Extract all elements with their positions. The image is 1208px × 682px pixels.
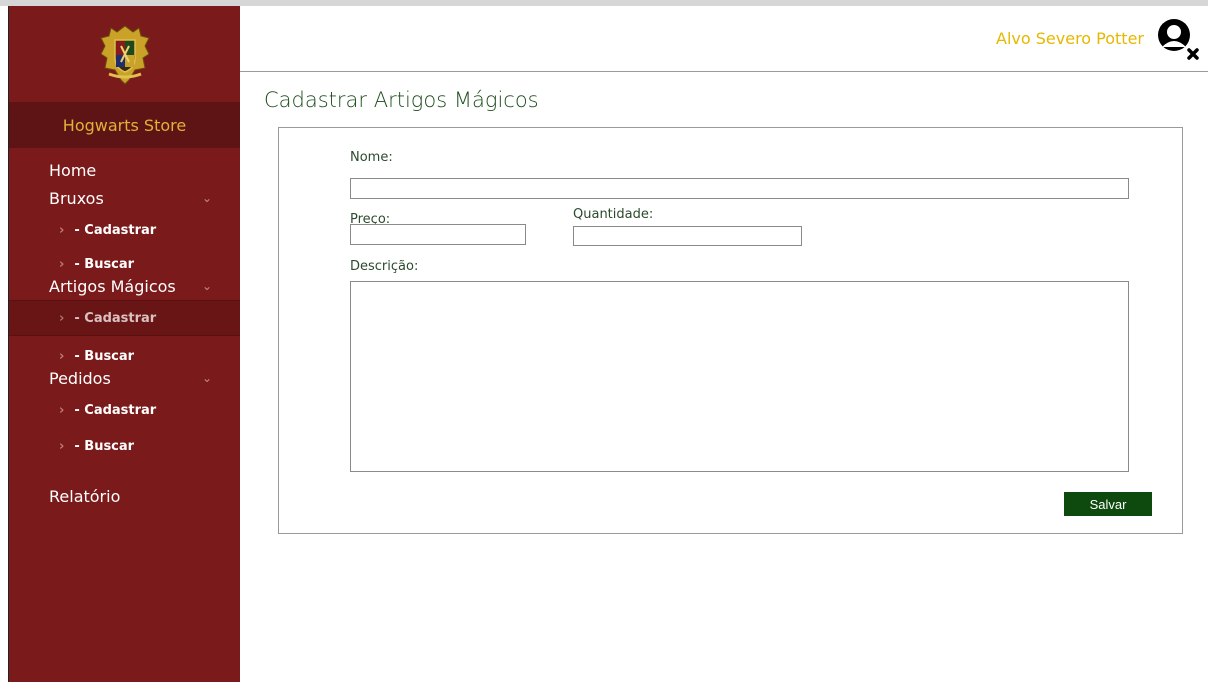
store-title: Hogwarts Store (62, 115, 187, 135)
quantidade-field[interactable] (573, 226, 802, 246)
chevron-right-icon: › (59, 310, 65, 326)
descricao-label: Descrição: (350, 259, 419, 274)
chevron-right-icon: › (59, 257, 65, 272)
sidebar-subitem-bruxos-cadastrar[interactable]: › - Cadastrar (9, 212, 240, 248)
sidebar-item-label: Pedidos (49, 368, 111, 388)
store-title-bar: Hogwarts Store (9, 102, 240, 148)
descricao-field[interactable] (350, 281, 1129, 472)
sidebar-item-home[interactable]: Home (9, 156, 240, 184)
user-remove-icon[interactable] (1156, 17, 1200, 61)
sidebar-nav: Home Bruxos ⌄ › - Cadastrar › - Buscar A… (9, 148, 240, 510)
artigo-form: Nome: Preço: Quantidade: Descrição: Salv… (278, 127, 1183, 534)
user-name[interactable]: Alvo Severo Potter (996, 29, 1144, 48)
sidebar-subitem-label: - Cadastrar (74, 402, 157, 418)
quantidade-label: Quantidade: (573, 207, 654, 222)
sidebar-subitem-artigos-cadastrar[interactable]: › - Cadastrar (9, 300, 240, 336)
chevron-right-icon: › (59, 438, 65, 454)
sidebar-item-label: Bruxos (49, 188, 104, 208)
chevron-down-icon: ⌄ (201, 279, 212, 293)
sidebar-item-pedidos[interactable]: Pedidos ⌄ (9, 364, 240, 392)
chevron-down-icon: ⌄ (201, 371, 212, 385)
sidebar-subitem-label: - Cadastrar (74, 222, 157, 238)
sidebar-item-label: Artigos Mágicos (49, 276, 176, 296)
save-button[interactable]: Salvar (1064, 492, 1152, 516)
sidebar-subitem-artigos-buscar[interactable]: › - Buscar (9, 336, 240, 364)
sidebar-item-bruxos[interactable]: Bruxos ⌄ (9, 184, 240, 212)
sidebar-item-label: Relatório (49, 486, 121, 506)
top-header: Alvo Severo Potter (240, 6, 1208, 72)
sidebar-subitem-pedidos-buscar[interactable]: › - Buscar (9, 428, 240, 464)
sidebar-subitem-label: - Buscar (74, 257, 135, 272)
chevron-right-icon: › (59, 402, 65, 418)
sidebar-item-artigos-magicos[interactable]: Artigos Mágicos ⌄ (9, 272, 240, 300)
chevron-down-icon: ⌄ (201, 191, 212, 205)
chevron-right-icon: › (59, 222, 65, 238)
sidebar-item-label: Home (49, 160, 97, 180)
nome-field[interactable] (350, 178, 1129, 199)
sidebar: Hogwarts Store Home Bruxos ⌄ › - Cadastr… (8, 6, 240, 682)
preco-field[interactable] (350, 224, 526, 245)
chevron-right-icon: › (59, 349, 65, 364)
sidebar-subitem-label: - Cadastrar (74, 310, 157, 326)
app-window: Hogwarts Store Home Bruxos ⌄ › - Cadastr… (0, 0, 1208, 682)
sidebar-subitem-label: - Buscar (74, 349, 135, 364)
sidebar-subitem-label: - Buscar (74, 438, 135, 454)
sidebar-item-relatorio[interactable]: Relatório (9, 482, 240, 510)
hogwarts-crest-icon (99, 25, 150, 85)
sidebar-subitem-bruxos-buscar[interactable]: › - Buscar (9, 248, 240, 272)
logo-area[interactable] (9, 6, 240, 102)
page-title: Cadastrar Artigos Mágicos (264, 88, 539, 112)
sidebar-subitem-pedidos-cadastrar[interactable]: › - Cadastrar (9, 392, 240, 428)
left-border (0, 6, 8, 682)
nome-label: Nome: (350, 150, 393, 165)
